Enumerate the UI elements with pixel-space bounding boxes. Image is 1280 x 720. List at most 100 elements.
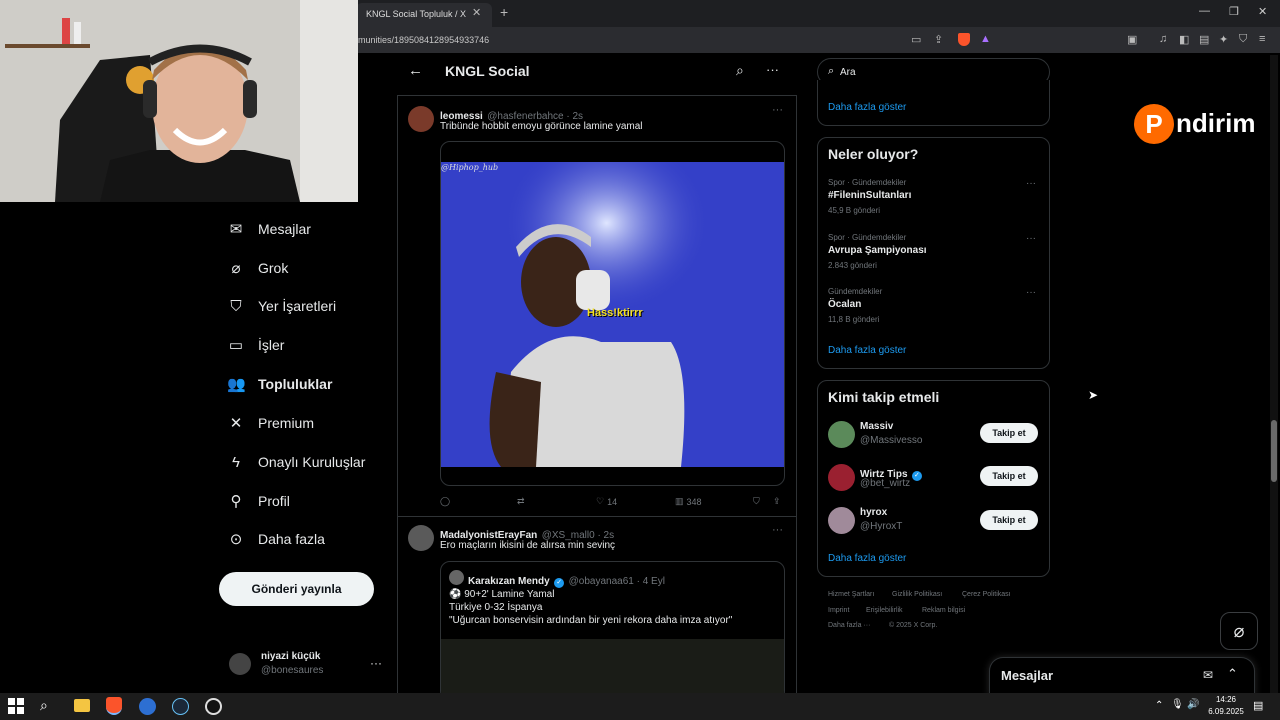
follow-avatar[interactable] <box>828 464 855 491</box>
nav-verified-orgs[interactable]: ϟ Onaylı Kuruluşlar <box>227 447 397 477</box>
more-icon[interactable]: ··· <box>766 62 779 77</box>
views-button[interactable]: ▥ 348 <box>675 496 702 507</box>
reply-button[interactable]: ◯ <box>440 496 450 507</box>
sidebar-icon[interactable]: ◧ <box>1179 33 1189 46</box>
file-explorer-icon[interactable] <box>74 699 90 712</box>
window-close-icon[interactable]: ✕ <box>1258 5 1267 18</box>
messages-drawer-title[interactable]: Mesajlar <box>1001 668 1053 683</box>
tweet-text: Ero maçların ikisini de alırsa min sevin… <box>440 540 616 551</box>
microphone-icon[interactable]: 🎙 <box>1171 699 1184 710</box>
nav-grok[interactable]: ⌀ Grok <box>227 253 397 283</box>
nav-premium[interactable]: ✕ Premium <box>227 408 397 438</box>
follow-handle: @HyroxT <box>860 521 903 532</box>
footer-link[interactable]: Imprint <box>828 607 849 614</box>
verified-badge-icon: ✓ <box>911 471 922 481</box>
trend-name[interactable]: #FileninSultanları <box>828 190 911 201</box>
webcam-image <box>0 0 358 202</box>
clock-date[interactable]: 6.09.2025 <box>1203 707 1249 716</box>
rewards-icon[interactable]: ▲ <box>980 33 991 45</box>
nav-profile[interactable]: ⚲ Profil <box>227 486 397 516</box>
new-message-icon[interactable]: ✉ <box>1203 668 1213 682</box>
share-icon[interactable]: ⇪ <box>934 33 943 46</box>
bookmark-button[interactable]: ⛉ <box>753 496 760 507</box>
tweet-more-icon[interactable]: ··· <box>772 104 783 116</box>
tweet-more-icon[interactable]: ··· <box>772 524 783 536</box>
tweet-avatar[interactable] <box>408 525 434 551</box>
footer-link[interactable]: Erişilebilirlik <box>866 607 903 614</box>
like-button[interactable]: ♡ 14 <box>596 496 617 507</box>
trend-name[interactable]: Avrupa Şampiyonası <box>828 245 927 256</box>
nav-more[interactable]: ⊙ Daha fazla <box>227 524 397 554</box>
follow-avatar[interactable] <box>828 507 855 534</box>
scrollbar[interactable] <box>1270 55 1278 693</box>
follow-button[interactable]: Takip et <box>980 423 1038 443</box>
start-icon[interactable] <box>8 698 24 714</box>
follow-name[interactable]: hyrox <box>860 507 887 518</box>
page-title: KNGL Social <box>445 63 530 79</box>
follow-button[interactable]: Takip et <box>980 510 1038 530</box>
follow-avatar[interactable] <box>828 421 855 448</box>
vpn-icon[interactable]: ⛉ <box>1239 33 1247 46</box>
brand-logo-icon: P <box>1134 104 1174 144</box>
clock-time[interactable]: 14:26 <box>1211 695 1241 704</box>
trend-meta: Spor · Gündemdekiler <box>828 178 907 187</box>
wallet-icon[interactable]: ▤ <box>1199 33 1209 46</box>
cast-icon[interactable]: ▭ <box>911 33 921 46</box>
post-button[interactable]: Gönderi yayınla <box>219 572 374 606</box>
tray-chevron-icon[interactable]: ⌃ <box>1155 700 1163 711</box>
footer-link[interactable]: Hizmet Şartları <box>828 591 874 598</box>
nav-messages[interactable]: ✉ Mesajlar <box>227 214 397 244</box>
discord-icon[interactable] <box>139 698 156 715</box>
reader-icon[interactable]: ▣ <box>1127 33 1137 46</box>
x-logo-icon: ✕ <box>229 415 243 432</box>
back-arrow-icon[interactable]: ← <box>408 62 423 79</box>
nav-bookmarks[interactable]: ⛉ Yer İşaretleri <box>227 291 397 321</box>
nav-jobs[interactable]: ▭ İşler <box>227 330 397 360</box>
footer-link[interactable]: Çerez Politikası <box>962 591 1011 598</box>
grok-float-icon[interactable]: ⌀ <box>1220 612 1258 650</box>
share-button[interactable]: ⇪ <box>773 496 781 507</box>
quote-handle[interactable]: @obayanaa61 · 4 Eyl <box>569 576 665 587</box>
search-input[interactable]: Ara <box>840 67 856 78</box>
steam-icon[interactable] <box>172 698 189 715</box>
brave-icon[interactable] <box>106 697 122 715</box>
footer-link[interactable]: Gizlilik Politikası <box>892 591 942 598</box>
new-tab-icon[interactable]: + <box>500 4 508 20</box>
quote-tweet[interactable]: Karakızan Mendy ✓ @obayanaa61 · 4 Eyl ⚽ … <box>440 561 785 701</box>
retweet-button[interactable]: ⇄ <box>517 496 525 507</box>
brave-shield-icon[interactable] <box>958 33 970 46</box>
menu-icon[interactable]: ≡ <box>1259 33 1265 45</box>
url-text[interactable]: munities/1895084128954933746 <box>358 35 489 45</box>
expand-icon[interactable]: ⌃ <box>1227 666 1238 682</box>
chart-icon: ▥ <box>675 496 684 506</box>
account-menu-icon[interactable]: ··· <box>370 656 382 670</box>
tweet-avatar[interactable] <box>408 106 434 132</box>
nav-communities[interactable]: 👥 Topluluklar <box>227 369 397 399</box>
mouse-cursor-icon: ➤ <box>1088 388 1099 402</box>
leo-icon[interactable]: ✦ <box>1219 33 1228 46</box>
music-icon[interactable]: ♫ <box>1159 33 1167 45</box>
trend-more-icon[interactable]: ··· <box>1026 287 1036 298</box>
show-more-link[interactable]: Daha fazla göster <box>828 345 906 356</box>
scrollbar-thumb[interactable] <box>1271 420 1277 482</box>
show-more-link[interactable]: Daha fazla göster <box>828 102 906 113</box>
footer-link[interactable]: Daha fazla ··· <box>828 622 870 629</box>
restore-icon[interactable]: ❐ <box>1229 5 1239 18</box>
trend-name[interactable]: Öcalan <box>828 299 861 310</box>
obs-icon[interactable] <box>205 698 222 715</box>
minimize-icon[interactable]: — <box>1199 5 1210 17</box>
trend-more-icon[interactable]: ··· <box>1026 178 1036 189</box>
follow-button[interactable]: Takip et <box>980 466 1038 486</box>
taskbar-search-icon[interactable]: ⌕ <box>40 697 48 714</box>
tweet-media[interactable]: @Hiphop_hub Hass!ktirrr <box>440 141 785 486</box>
quote-author[interactable]: Karakızan Mendy <box>468 576 550 587</box>
search-icon[interactable]: ⌕ <box>736 62 744 79</box>
follow-name[interactable]: Massiv <box>860 421 893 432</box>
show-more-link[interactable]: Daha fazla göster <box>828 553 906 564</box>
account-avatar[interactable] <box>229 653 251 675</box>
tab-close-icon[interactable]: ✕ <box>472 6 481 19</box>
volume-icon[interactable]: 🔊 <box>1187 699 1199 710</box>
footer-link[interactable]: Reklam bilgisi <box>922 607 965 614</box>
trend-more-icon[interactable]: ··· <box>1026 233 1036 244</box>
notifications-icon[interactable]: ▤ <box>1253 699 1263 712</box>
